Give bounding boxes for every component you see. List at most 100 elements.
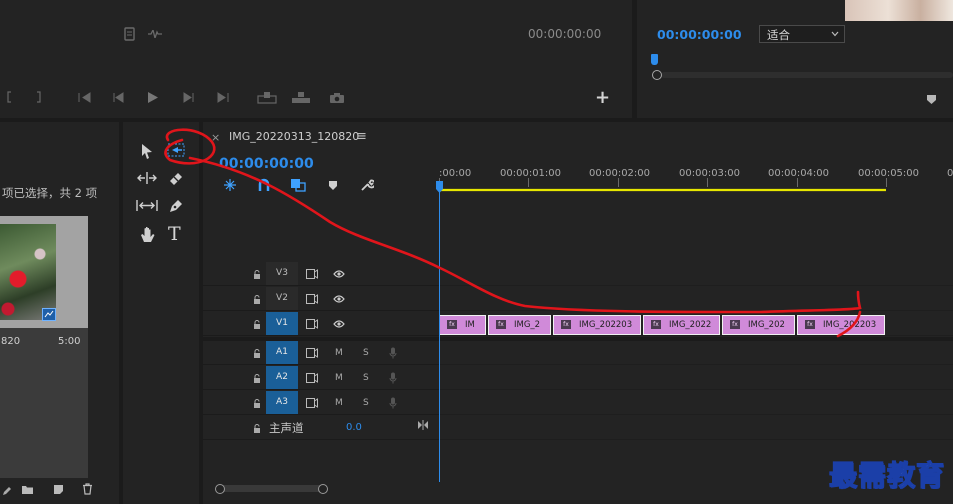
track-target-v3[interactable]: V3 xyxy=(266,262,298,285)
source-scrubber[interactable] xyxy=(661,72,953,78)
add-marker-icon[interactable] xyxy=(328,180,338,191)
track-lane-a1[interactable] xyxy=(439,341,953,365)
zoom-handle-left[interactable] xyxy=(215,484,225,494)
track-lane-v2[interactable] xyxy=(439,287,953,311)
type-tool-icon[interactable]: T xyxy=(168,223,181,245)
track-lane-a3[interactable] xyxy=(439,391,953,415)
fit-select[interactable]: 适合 xyxy=(759,25,845,43)
lock-icon[interactable] xyxy=(253,320,261,329)
track-target-a1[interactable]: A1 xyxy=(266,341,298,364)
overwrite-icon[interactable] xyxy=(291,91,311,104)
track-lane-master[interactable] xyxy=(439,416,953,440)
play-icon[interactable] xyxy=(147,91,159,104)
lock-icon[interactable] xyxy=(253,424,261,433)
film-icon[interactable] xyxy=(306,319,318,329)
sequence-tab-title[interactable]: IMG_20220313_120820 xyxy=(229,130,359,143)
lock-icon[interactable] xyxy=(253,399,261,408)
film-icon[interactable] xyxy=(306,294,318,304)
mute-button[interactable]: M xyxy=(335,398,343,408)
eye-icon[interactable] xyxy=(333,295,345,303)
microphone-icon[interactable] xyxy=(389,347,397,359)
microphone-icon[interactable] xyxy=(389,397,397,409)
solo-button[interactable]: S xyxy=(363,373,369,383)
microphone-icon[interactable] xyxy=(389,372,397,384)
razor-tool-icon[interactable] xyxy=(168,171,184,187)
lock-icon[interactable] xyxy=(253,374,261,383)
pencil-icon[interactable] xyxy=(2,486,12,496)
timeline-clip[interactable]: fx IM xyxy=(439,315,486,335)
tools-panel: T xyxy=(123,122,199,504)
sequence-icon[interactable] xyxy=(124,27,135,41)
fx-badge-icon: fx xyxy=(730,320,740,329)
fx-badge-icon: fx xyxy=(805,320,815,329)
hand-tool-icon[interactable] xyxy=(140,226,156,243)
tab-menu-icon[interactable]: ≡ xyxy=(356,129,367,144)
snap-icon[interactable] xyxy=(258,178,270,192)
mark-in-icon[interactable] xyxy=(6,91,12,103)
panel-divider[interactable] xyxy=(632,0,637,118)
marker-icon[interactable] xyxy=(926,94,937,105)
track-target-v1[interactable]: V1 xyxy=(266,312,298,335)
selection-tool-icon[interactable] xyxy=(141,143,153,160)
zoom-handle-right[interactable] xyxy=(318,484,328,494)
timeline-timecode[interactable]: 00:00:00:00 xyxy=(219,156,314,172)
pen-tool-icon[interactable] xyxy=(168,198,184,214)
insert-icon[interactable] xyxy=(257,91,277,104)
track-lane-v3[interactable] xyxy=(439,262,953,286)
track-target-v2[interactable]: V2 xyxy=(266,287,298,310)
camera-icon[interactable] xyxy=(329,92,345,104)
track-target-a3[interactable]: A3 xyxy=(266,391,298,414)
timeline-clip[interactable]: fx IMG_202203 xyxy=(553,315,641,335)
trash-icon[interactable] xyxy=(82,483,93,495)
lock-icon[interactable] xyxy=(253,270,261,279)
lock-icon[interactable] xyxy=(253,349,261,358)
step-forward-icon[interactable] xyxy=(181,92,195,103)
lock-icon[interactable] xyxy=(253,295,261,304)
mute-button[interactable]: M xyxy=(335,348,343,358)
solo-button[interactable]: S xyxy=(363,398,369,408)
linked-selection-icon[interactable] xyxy=(290,178,306,192)
track-lane-v1[interactable]: fx IM fx IMG_2 fx IMG_202203 fx IMG_2022 fx I… xyxy=(439,312,953,336)
add-button[interactable]: + xyxy=(595,87,610,108)
timeline-clip[interactable]: fx IMG_202203 xyxy=(797,315,885,335)
film-icon[interactable] xyxy=(306,373,318,383)
mute-button[interactable]: M xyxy=(335,373,343,383)
master-track-label: 主声道 xyxy=(269,421,304,435)
scrubber-handle[interactable] xyxy=(652,70,662,80)
mark-out-icon[interactable] xyxy=(36,91,42,103)
playhead-line xyxy=(439,192,440,482)
new-item-icon[interactable] xyxy=(53,484,64,495)
track-header-a1: A1 M S xyxy=(203,341,439,365)
nest-icon[interactable] xyxy=(223,178,237,192)
track-select-tool-icon[interactable] xyxy=(167,143,185,157)
master-volume-value[interactable]: 0.0 xyxy=(346,422,362,433)
go-to-end-icon[interactable] xyxy=(417,420,429,430)
timeline-clip[interactable]: fx IMG_2 xyxy=(488,315,551,335)
track-target-a2[interactable]: A2 xyxy=(266,366,298,389)
time-ruler[interactable]: :00:00 00:00:01:00 00:00:02:00 00:00:03:… xyxy=(439,162,953,196)
wrench-icon[interactable] xyxy=(360,178,374,192)
eye-icon[interactable] xyxy=(333,320,345,328)
film-icon[interactable] xyxy=(306,269,318,279)
film-icon[interactable] xyxy=(306,398,318,408)
track-lane-a2[interactable] xyxy=(439,366,953,390)
close-icon[interactable]: × xyxy=(211,131,220,144)
clip-thumbnail-card[interactable]: 820 5:00 xyxy=(0,216,88,478)
ripple-edit-tool-icon[interactable] xyxy=(137,171,157,185)
zoom-scrollbar[interactable] xyxy=(217,485,325,492)
timeline-clip[interactable]: fx IMG_2022 xyxy=(643,315,720,335)
new-bin-icon[interactable] xyxy=(21,484,34,495)
solo-button[interactable]: S xyxy=(363,348,369,358)
go-to-out-icon[interactable] xyxy=(215,92,230,103)
playhead-marker[interactable] xyxy=(651,54,658,65)
track-header-a3: A3 M S xyxy=(203,391,439,415)
settings-icon[interactable] xyxy=(148,30,162,38)
step-back-icon[interactable] xyxy=(112,92,126,103)
timeline-clip[interactable]: fx IMG_202 xyxy=(722,315,795,335)
go-to-in-icon[interactable] xyxy=(78,92,93,103)
clip-label: IMG_202203 xyxy=(579,320,633,330)
slip-tool-icon[interactable] xyxy=(136,199,158,212)
project-panel: 项已选择，共 2 项 820 5:00 xyxy=(0,122,119,504)
film-icon[interactable] xyxy=(306,348,318,358)
eye-icon[interactable] xyxy=(333,270,345,278)
